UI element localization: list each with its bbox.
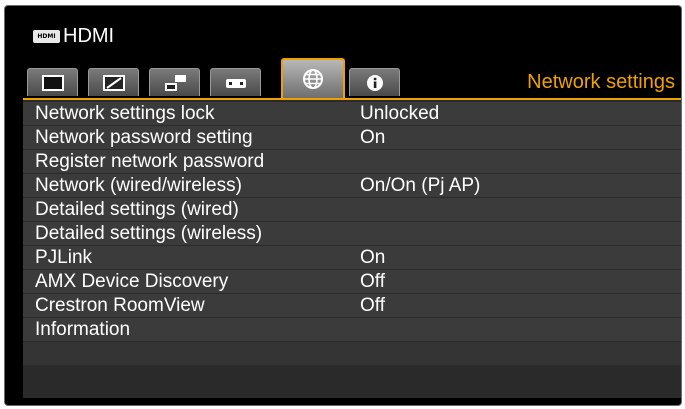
menu-row-register-network-password[interactable]: Register network password [23, 150, 681, 173]
menu-row-network-password-setting[interactable]: Network password setting On [23, 126, 681, 149]
menu-row-information[interactable]: Information [23, 318, 681, 341]
tab-system-settings[interactable] [149, 68, 200, 96]
tab-image-adjustment[interactable] [27, 68, 78, 96]
system-settings-icon [164, 74, 186, 91]
menu-row-detailed-settings-wireless[interactable]: Detailed settings (wireless) [23, 222, 681, 245]
menu-row-network-wired-wireless[interactable]: Network (wired/wireless) On/On (Pj AP) [23, 174, 681, 197]
menu-item-label: Crestron RoomView [35, 294, 205, 316]
tab-install-settings[interactable] [88, 68, 139, 96]
tab-remote-settings[interactable] [210, 68, 261, 96]
input-source: HDMI HDMI [33, 23, 114, 49]
menu-item-label: AMX Device Discovery [35, 270, 229, 292]
menu-item-value: Unlocked [360, 102, 440, 124]
active-tab-title: Network settings [527, 71, 675, 93]
information-icon [366, 74, 383, 91]
menu-item-value: Off [360, 294, 385, 316]
menu-item-label: PJLink [35, 246, 93, 268]
menu-row-amx-device-discovery[interactable]: AMX Device Discovery Off [23, 270, 681, 293]
network-settings-menu: Network settings lock Unlocked Network p… [23, 98, 681, 398]
image-adjust-icon [41, 74, 64, 91]
tab-bar: Network settings [27, 58, 681, 98]
menu-item-label: Register network password [35, 150, 265, 172]
remote-control-icon [225, 78, 246, 88]
menu-row-detailed-settings-wired[interactable]: Detailed settings (wired) [23, 198, 681, 221]
menu-item-label: Detailed settings (wired) [35, 198, 239, 220]
menu-item-value: On [360, 126, 386, 148]
menu-item-value: Off [360, 270, 385, 292]
menu-item-label: Network password setting [35, 126, 253, 148]
menu-row-pjlink[interactable]: PJLink On [23, 246, 681, 269]
input-source-label: HDMI [63, 25, 115, 47]
menu-item-value: On/On (Pj AP) [360, 174, 481, 196]
menu-item-label: Information [35, 318, 131, 340]
menu-row-network-settings-lock[interactable]: Network settings lock Unlocked [23, 102, 681, 125]
menu-item-label: Network settings lock [35, 102, 215, 124]
menu-item-label: Detailed settings (wireless) [35, 222, 263, 244]
tab-network-settings[interactable] [281, 58, 345, 98]
tab-information[interactable] [349, 68, 400, 96]
install-settings-icon [102, 74, 125, 91]
hdmi-logo-icon: HDMI [33, 29, 60, 43]
projector-menu-window: HDMI HDMI Network settings Network setti… [4, 5, 682, 406]
menu-item-value: On [360, 246, 386, 268]
menu-row-empty [23, 342, 681, 365]
menu-item-label: Network (wired/wireless) [35, 174, 242, 196]
menu-row-crestron-roomview[interactable]: Crestron RoomView Off [23, 294, 681, 317]
network-globe-icon [303, 69, 323, 89]
